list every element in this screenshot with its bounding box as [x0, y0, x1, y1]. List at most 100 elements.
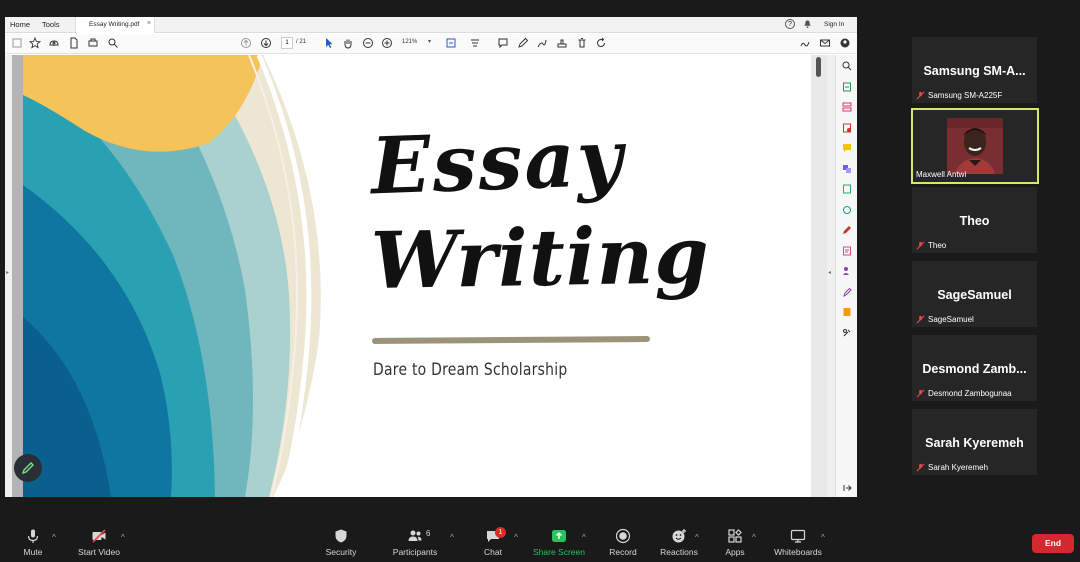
apps-options-icon[interactable]: ^ — [752, 533, 756, 542]
zoom-meeting-window: Home Tools Essay Writing.pdf × ? Sign In… — [0, 0, 1080, 562]
rotate-icon[interactable] — [595, 37, 607, 49]
participant-label: Theo — [928, 241, 947, 250]
participant-tile[interactable]: Sarah Kyeremeh Sarah Kyeremeh — [912, 409, 1037, 475]
participant-display-name: Theo — [959, 214, 990, 228]
zoom-dropdown-icon[interactable]: ▾ — [428, 38, 431, 45]
reactions-options-icon[interactable]: ^ — [695, 533, 699, 542]
menu-tools[interactable]: Tools — [42, 20, 60, 29]
pdf-page: Essay Writing Dare to Dream Scholarship — [23, 55, 811, 497]
share-screen-button[interactable]: Share Screen — [532, 528, 586, 557]
sign-icon[interactable] — [799, 37, 811, 49]
microphone-icon — [25, 528, 41, 544]
participant-tile-active-speaker[interactable]: Maxwell Antwi — [911, 108, 1039, 184]
delete-icon[interactable] — [576, 37, 588, 49]
mute-button[interactable]: Mute — [18, 528, 48, 557]
comment-icon[interactable] — [497, 37, 509, 49]
vertical-scrollbar[interactable] — [811, 55, 827, 497]
participants-button[interactable]: Participants — [390, 528, 440, 557]
apps-icon — [727, 528, 743, 544]
comment-tool-icon[interactable] — [842, 143, 852, 153]
document-tab-title: Essay Writing.pdf — [89, 21, 140, 28]
edit-pdf-icon[interactable] — [842, 246, 852, 256]
start-video-button[interactable]: Start Video — [73, 528, 125, 557]
participant-tile[interactable]: Samsung SM-A... Samsung SM-A225F — [912, 37, 1037, 103]
create-pdf-icon[interactable] — [842, 123, 852, 133]
participant-tile[interactable]: Desmond Zamb... Desmond Zambogunaa — [912, 335, 1037, 401]
page-up-icon[interactable] — [240, 37, 252, 49]
security-button[interactable]: Security — [322, 528, 360, 557]
star-icon[interactable] — [29, 37, 41, 49]
protect-icon[interactable] — [842, 287, 852, 297]
mic-muted-icon — [916, 315, 925, 324]
participant-label: Desmond Zambogunaa — [928, 389, 1012, 398]
close-tab-icon[interactable]: × — [147, 20, 151, 27]
annotate-pen-button[interactable] — [14, 454, 42, 482]
print-icon[interactable] — [87, 37, 99, 49]
decorative-waves-art — [23, 55, 321, 497]
left-pane-toggle[interactable]: ▸ — [5, 55, 12, 497]
stamp-icon[interactable] — [556, 37, 568, 49]
people-icon — [407, 528, 423, 544]
zoom-in-icon[interactable] — [381, 37, 393, 49]
prepare-form-icon[interactable] — [842, 307, 852, 317]
select-cursor-icon[interactable] — [323, 37, 335, 49]
apps-button[interactable]: Apps — [722, 528, 748, 557]
organize-pages-icon[interactable] — [842, 102, 852, 112]
document-tab[interactable]: Essay Writing.pdf × — [75, 17, 155, 33]
whiteboards-options-icon[interactable]: ^ — [821, 533, 825, 542]
file-icon[interactable] — [68, 37, 80, 49]
menu-home[interactable]: Home — [10, 20, 30, 29]
share-screen-label: Share Screen — [533, 547, 585, 557]
participant-label: SageSamuel — [928, 315, 974, 324]
mic-muted-icon — [916, 241, 925, 250]
upload-icon[interactable] — [48, 37, 60, 49]
hand-icon[interactable] — [342, 37, 354, 49]
record-button[interactable]: Record — [606, 528, 640, 557]
viewer-menubar: Home Tools Essay Writing.pdf × ? Sign In — [5, 17, 857, 33]
collapse-tools-icon[interactable] — [842, 483, 852, 493]
save-icon[interactable] — [11, 37, 23, 49]
viewer-toolbar: 1 / 21 121% ▾ — [5, 34, 857, 54]
scroll-mode-icon[interactable] — [469, 37, 481, 49]
fit-page-icon[interactable] — [445, 37, 457, 49]
participant-tile[interactable]: SageSamuel SageSamuel — [912, 261, 1037, 327]
whiteboards-button[interactable]: Whiteboards — [772, 528, 824, 557]
sign-in-link[interactable]: Sign In — [824, 21, 844, 28]
help-icon[interactable]: ? — [785, 19, 795, 29]
scan-icon[interactable] — [842, 205, 852, 215]
document-title-line2: Writing — [370, 210, 711, 307]
export-pdf-icon[interactable] — [842, 82, 852, 92]
account-icon[interactable] — [839, 37, 851, 49]
mute-options-icon[interactable]: ^ — [52, 533, 56, 542]
page-down-icon[interactable] — [260, 37, 272, 49]
chat-label: Chat — [484, 547, 502, 557]
chat-options-icon[interactable]: ^ — [514, 533, 518, 542]
bell-icon[interactable] — [803, 19, 812, 29]
zoom-tool-icon[interactable] — [842, 61, 852, 71]
combine-files-icon[interactable] — [842, 164, 852, 174]
reactions-label: Reactions — [660, 547, 698, 557]
participant-video — [947, 118, 1003, 174]
page-number-input[interactable]: 1 — [281, 37, 293, 49]
fill-sign-icon[interactable] — [842, 225, 852, 235]
compress-icon[interactable] — [842, 184, 852, 194]
video-off-icon — [91, 528, 107, 544]
zoom-out-icon[interactable] — [362, 37, 374, 49]
share-options-icon[interactable]: ^ — [582, 533, 586, 542]
draw-icon[interactable] — [536, 37, 548, 49]
pen-icon[interactable] — [517, 37, 529, 49]
search-icon[interactable] — [107, 37, 119, 49]
right-pane-toggle[interactable]: ◂ — [827, 55, 835, 497]
more-tools-icon[interactable] — [842, 328, 852, 338]
mail-icon[interactable] — [819, 37, 831, 49]
participants-count: 6 — [426, 529, 431, 538]
video-options-icon[interactable]: ^ — [121, 533, 125, 542]
mute-label: Mute — [23, 547, 43, 557]
chat-unread-badge: 1 — [495, 527, 506, 538]
participants-options-icon[interactable]: ^ — [450, 533, 454, 542]
zoom-level[interactable]: 121% — [402, 39, 417, 45]
participant-tile[interactable]: Theo Theo — [912, 187, 1037, 253]
request-signature-icon[interactable] — [842, 266, 852, 276]
end-meeting-button[interactable]: End — [1032, 534, 1074, 553]
scroll-thumb[interactable] — [816, 57, 821, 77]
